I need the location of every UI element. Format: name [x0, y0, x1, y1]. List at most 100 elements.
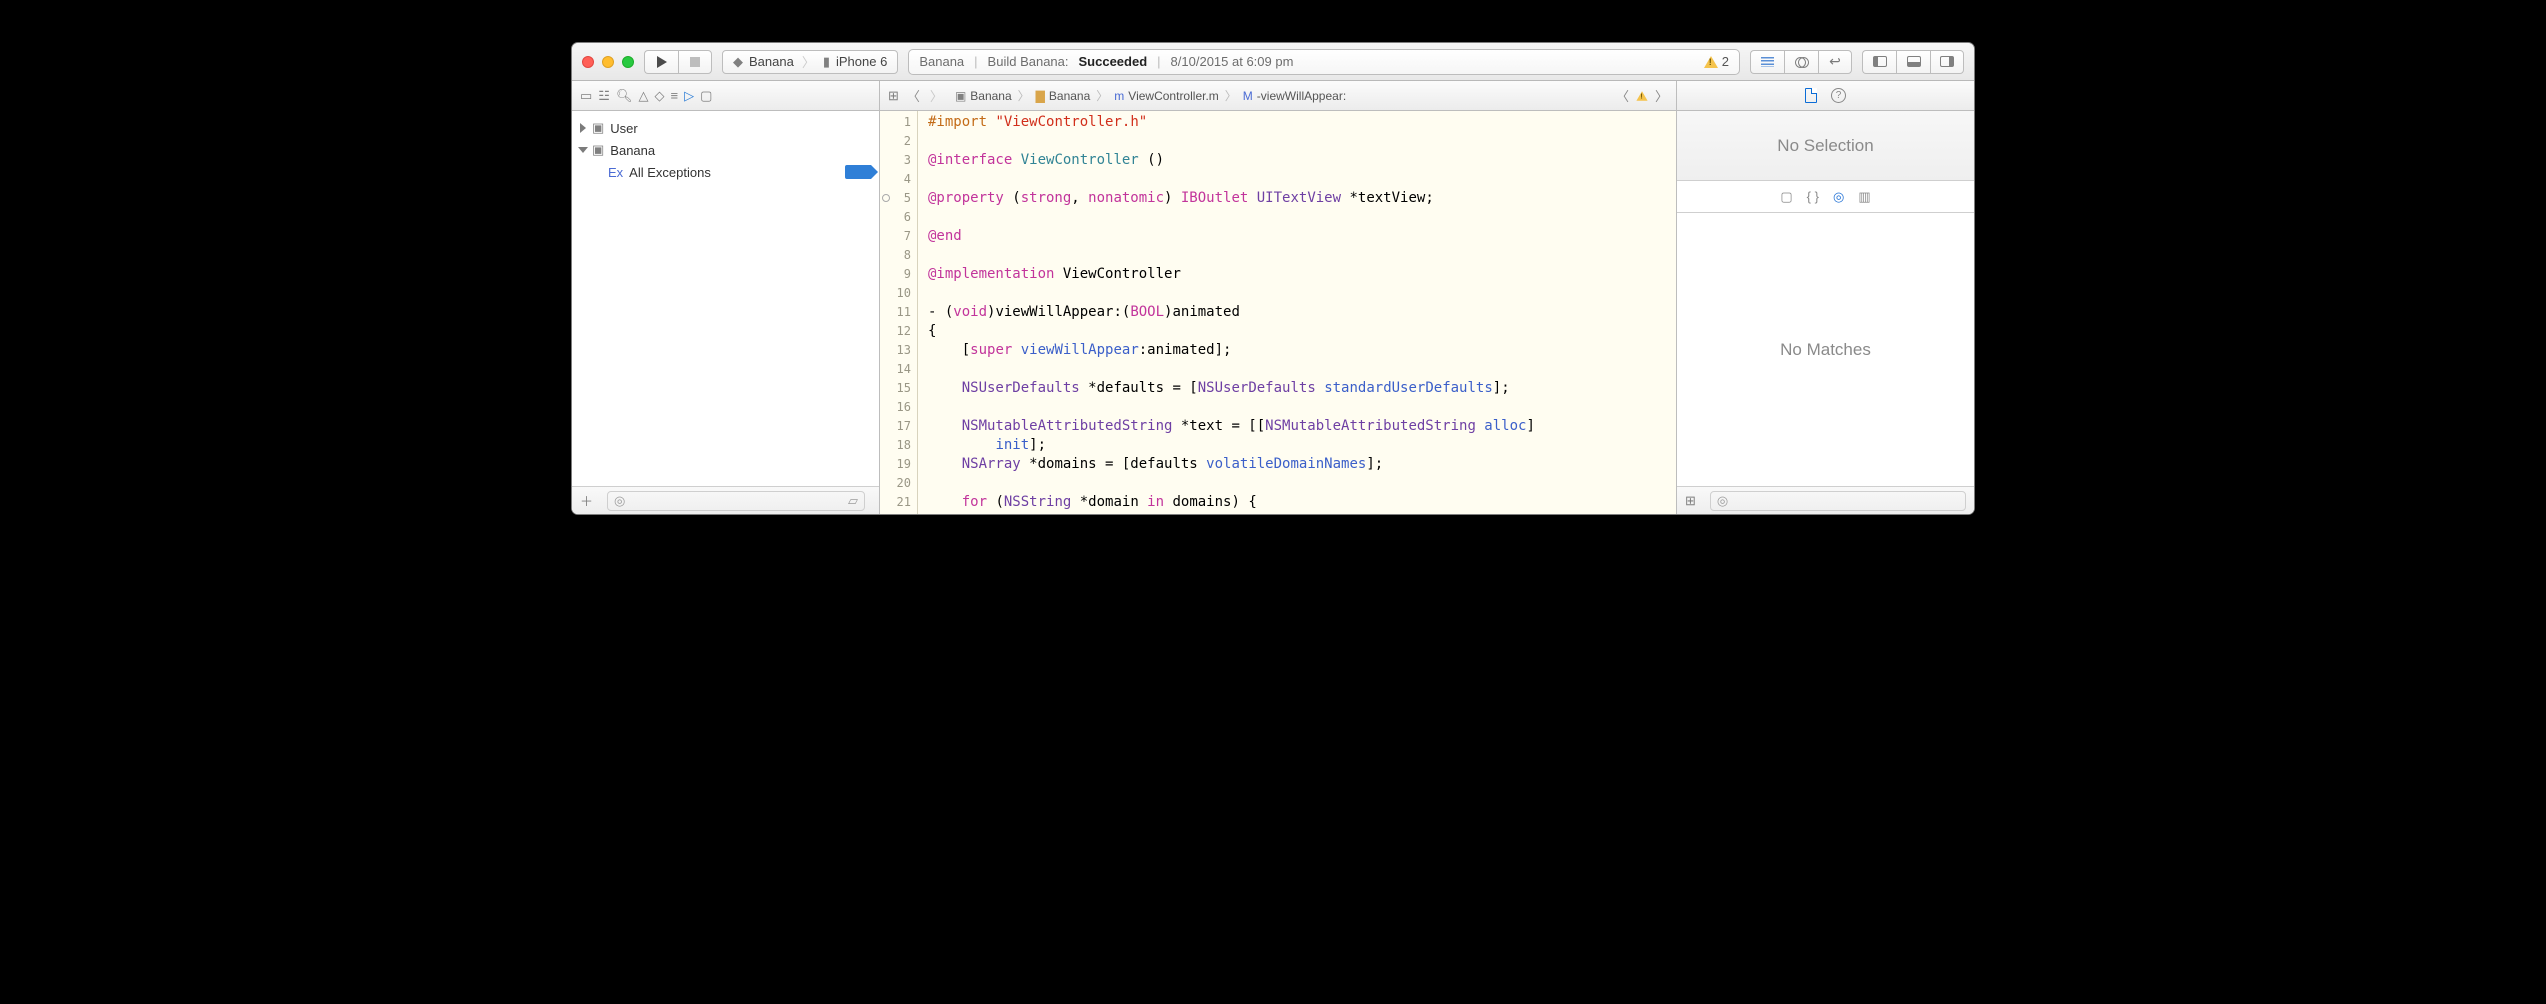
tree-row-user[interactable]: ▣ User [572, 117, 879, 139]
stop-button[interactable] [678, 50, 712, 74]
project-icon: ▣ [955, 89, 966, 103]
assistant-editor-icon [1795, 57, 1809, 67]
object-library-icon[interactable]: ◎ [1833, 189, 1844, 205]
run-button[interactable] [644, 50, 678, 74]
filter-scope-icon[interactable]: ◎ [1717, 493, 1728, 509]
minimize-icon[interactable] [602, 56, 614, 68]
warning-icon [1636, 91, 1647, 101]
status-timestamp: 8/10/2015 at 6:09 pm [1171, 54, 1294, 69]
status-action-prefix: Build Banana: [988, 54, 1069, 69]
code-area[interactable]: #import "ViewController.h" @interface Vi… [918, 111, 1545, 514]
main-area: ▣ User ▣ Banana Ex All Exceptions ＋ ◎ [572, 111, 1974, 514]
file-inspector-icon[interactable] [1805, 88, 1817, 103]
user-marker-icon: ▣ [592, 120, 604, 136]
warning-icon [1704, 56, 1718, 68]
navigator-filter[interactable]: ◎ ▱ [607, 491, 865, 511]
inspector-selector: ? [1676, 81, 1974, 110]
file-template-icon[interactable]: ▢ [1780, 189, 1792, 205]
xcode-window: ◆ Banana 〉 ▮ iPhone 6 Banana | Build Ban… [571, 42, 1975, 515]
library-filter[interactable]: ◎ [1710, 491, 1966, 511]
tree-row-breakpoint[interactable]: Ex All Exceptions [572, 161, 879, 183]
toggle-inspector-button[interactable] [1930, 50, 1964, 74]
inspector-no-selection: No Selection [1677, 111, 1974, 181]
titlebar: ◆ Banana 〉 ▮ iPhone 6 Banana | Build Ban… [572, 43, 1974, 81]
assistant-editor-button[interactable] [1784, 50, 1818, 74]
breakpoint-nav-icon[interactable]: ▷ [684, 88, 694, 104]
filter-active-icon[interactable]: ▱ [848, 493, 858, 509]
disclosure-icon[interactable] [578, 147, 588, 153]
secondary-toolbar: ▭ ☳ 🔍︎ △ ◇ ≡ ▷ ▢ ⊞ 〈 〉 ▣ Banana 〉 ▇ Bana… [572, 81, 1974, 111]
prev-issue-button[interactable]: 〈 [1616, 86, 1629, 105]
tree-label: User [610, 121, 637, 136]
bottom-panel-icon [1907, 56, 1921, 67]
status-project: Banana [919, 54, 964, 69]
crumb-1: Banana [1049, 89, 1090, 103]
test-nav-icon[interactable]: ◇ [654, 88, 664, 104]
tree-row-project[interactable]: ▣ Banana [572, 139, 879, 161]
activity-status[interactable]: Banana | Build Banana: Succeeded | 8/10/… [908, 49, 1740, 75]
tree-label: All Exceptions [629, 165, 711, 180]
source-editor[interactable]: 1 2 3 4 5 6 7 8 9 10 11 12 13 14 15 16 1… [880, 111, 1676, 514]
debug-nav-icon[interactable]: ≡ [670, 88, 678, 103]
scheme-project: Banana [749, 54, 794, 69]
toggle-navigator-button[interactable] [1862, 50, 1896, 74]
version-editor-button[interactable]: ↩︎ [1818, 50, 1852, 74]
project-nav-icon[interactable]: ▭ [580, 88, 592, 104]
iboutlet-indicator-icon[interactable] [882, 194, 890, 202]
zoom-icon[interactable] [622, 56, 634, 68]
library-footer: ⊞ ◎ [1677, 486, 1974, 514]
exception-icon: Ex [608, 165, 623, 180]
library-no-matches: No Matches [1677, 213, 1974, 486]
filter-scope-icon[interactable]: ◎ [614, 493, 625, 509]
jump-bar: ⊞ 〈 〉 ▣ Banana 〉 ▇ Banana 〉 m ViewContro… [880, 81, 1676, 110]
right-panel-icon [1940, 56, 1954, 67]
next-issue-button[interactable]: 〉 [1655, 86, 1668, 105]
status-result: Succeeded [1079, 54, 1148, 69]
standard-editor-icon [1761, 57, 1774, 67]
disclosure-icon[interactable] [580, 123, 586, 133]
standard-editor-button[interactable] [1750, 50, 1784, 74]
run-stop-group [644, 50, 712, 74]
scheme-device: iPhone 6 [836, 54, 887, 69]
related-items-icon[interactable]: ⊞ [888, 88, 899, 104]
add-button[interactable]: ＋ [580, 491, 593, 510]
method-icon: M [1243, 89, 1253, 103]
line-gutter: 1 2 3 4 5 6 7 8 9 10 11 12 13 14 15 16 1… [880, 111, 918, 514]
media-library-icon[interactable]: ▥ [1858, 189, 1870, 205]
app-icon: ◆ [733, 54, 743, 70]
warning-count: 2 [1722, 54, 1729, 69]
crumb-0: Banana [970, 89, 1011, 103]
symbol-nav-icon[interactable]: ☳ [598, 88, 610, 104]
navigator-pane: ▣ User ▣ Banana Ex All Exceptions ＋ ◎ [572, 111, 880, 514]
crumb-2: ViewController.m [1128, 89, 1218, 103]
forward-button[interactable]: 〉 [930, 86, 943, 105]
editor-mode-group: ↩︎ [1750, 50, 1964, 74]
folder-icon: ▇ [1036, 89, 1045, 103]
m-file-icon: m [1114, 89, 1124, 103]
toggle-debug-button[interactable] [1896, 50, 1930, 74]
chevron-right-icon: 〉 [802, 52, 815, 71]
breakpoint-enabled-icon[interactable] [845, 165, 871, 179]
left-panel-icon [1873, 56, 1887, 67]
stop-icon [690, 57, 700, 67]
issue-nav-icon[interactable]: △ [638, 88, 648, 104]
traffic-lights [582, 56, 634, 68]
device-icon: ▮ [823, 54, 830, 70]
version-editor-icon: ↩︎ [1829, 53, 1841, 70]
navigator-footer: ＋ ◎ ▱ [572, 486, 879, 514]
back-button[interactable]: 〈 [907, 86, 920, 105]
inspector-pane: No Selection ▢ { } ◎ ▥ No Matches ⊞ ◎ [1676, 111, 1974, 514]
breadcrumb[interactable]: ▣ Banana 〉 ▇ Banana 〉 m ViewController.m… [955, 87, 1346, 104]
status-warnings[interactable]: 2 [1704, 54, 1729, 69]
close-icon[interactable] [582, 56, 594, 68]
chevron-right-icon: 〉 [1096, 87, 1108, 104]
library-selector: ▢ { } ◎ ▥ [1677, 181, 1974, 213]
grid-view-icon[interactable]: ⊞ [1685, 493, 1696, 509]
navigator-selector: ▭ ☳ 🔍︎ △ ◇ ≡ ▷ ▢ [572, 81, 880, 110]
report-nav-icon[interactable]: ▢ [700, 88, 712, 104]
project-icon: ▣ [592, 142, 604, 158]
quick-help-icon[interactable]: ? [1831, 88, 1846, 103]
code-snippet-icon[interactable]: { } [1807, 189, 1819, 204]
find-nav-icon[interactable]: 🔍︎ [616, 88, 633, 104]
scheme-selector[interactable]: ◆ Banana 〉 ▮ iPhone 6 [722, 50, 898, 74]
